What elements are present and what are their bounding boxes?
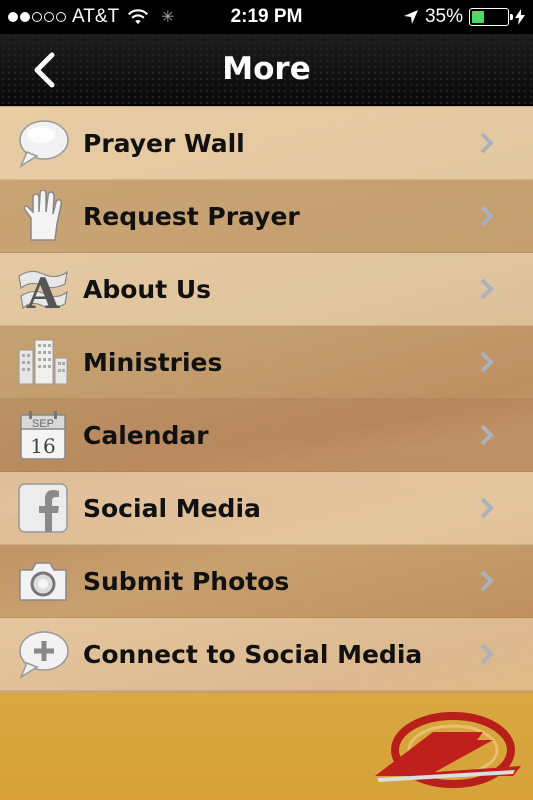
location-arrow-icon [403,10,418,24]
signal-strength-icon [8,12,66,22]
menu-item-label: Social Media [83,493,261,523]
menu-item-label: Submit Photos [83,566,290,596]
battery-level [472,11,484,23]
hand-icon [17,190,69,242]
speech-bubble-icon [17,117,69,169]
menu-item-submit-photos[interactable]: Submit Photos [0,545,533,618]
chevron-right-icon [480,424,494,446]
camera-icon [17,555,69,607]
menu-item-label: Connect to Social Media [83,639,423,669]
menu-item-label: Prayer Wall [83,128,245,158]
menu-item-ministries[interactable]: Ministries [0,326,533,399]
menu-item-prayer-wall[interactable]: Prayer Wall [0,107,533,180]
menu-item-request-prayer[interactable]: Request Prayer [0,180,533,253]
chevron-right-icon [480,278,494,300]
facebook-icon [17,482,69,534]
menu-item-about-us[interactable]: A About Us [0,253,533,326]
status-bar: AT&T ✳ 2:19 PM 35% [0,0,533,34]
menu-item-label: About Us [83,274,212,304]
svg-text:16: 16 [30,434,55,458]
charging-bolt-icon [515,9,525,25]
menu-item-social-media[interactable]: Social Media [0,472,533,545]
page-title: More [222,51,311,87]
battery-percent: 35% [424,6,463,27]
menu-list: Prayer Wall Request Prayer A About Us Mi… [0,107,533,800]
activity-spinner-icon: ✳ [161,9,175,26]
menu-item-connect-social-media[interactable]: Connect to Social Media [0,618,533,691]
chevron-right-icon [480,497,494,519]
menu-item-calendar[interactable]: SEP 16 Calendar [0,399,533,472]
back-button[interactable] [20,46,68,94]
menu-item-label: Request Prayer [83,201,300,231]
church-logo [375,712,521,788]
chevron-right-icon [480,570,494,592]
wifi-icon [128,9,149,25]
navigation-bar: More [0,34,533,106]
buildings-icon [17,336,69,388]
menu-item-label: Calendar [83,420,209,450]
carrier-name: AT&T [72,6,120,27]
chevron-right-icon [480,205,494,227]
menu-item-label: Ministries [83,347,223,377]
letter-a-icon: A [17,263,69,315]
battery-icon [469,8,513,26]
chevron-right-icon [480,643,494,665]
chevron-left-icon [34,52,55,88]
svg-text:A: A [26,269,61,312]
calendar-icon: SEP 16 [17,409,69,461]
chevron-right-icon [480,132,494,154]
chevron-right-icon [480,351,494,373]
speech-bubble-plus-icon [17,628,69,680]
svg-text:SEP: SEP [32,418,54,430]
